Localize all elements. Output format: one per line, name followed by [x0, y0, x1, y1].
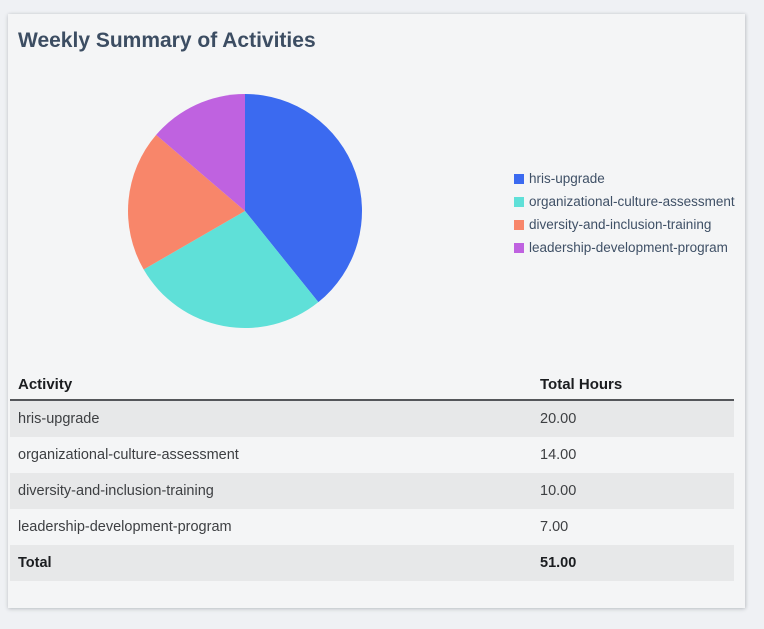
table-header-row: Activity Total Hours: [10, 370, 734, 401]
page: { "card": { "title": "Weekly Summary of …: [0, 0, 764, 629]
cell-total-hours: 14.00: [540, 447, 577, 463]
card-title: Weekly Summary of Activities: [18, 29, 316, 52]
legend-item-diversity-and-inclusion-training[interactable]: diversity-and-inclusion-training: [514, 213, 735, 236]
cell-activity: hris-upgrade: [18, 411, 100, 427]
table-row-organizational-culture-assessment: organizational-culture-assessment 14.00: [10, 437, 734, 473]
cell-total-hours: 20.00: [540, 411, 577, 427]
table-row-diversity-and-inclusion-training: diversity-and-inclusion-training 10.00: [10, 473, 734, 509]
legend-swatch-icon: [514, 196, 524, 207]
cell-total-hours: 51.00: [540, 555, 577, 571]
table-row-hris-upgrade: hris-upgrade 20.00: [10, 400, 734, 437]
chart-legend: hris-upgrade organizational-culture-asses…: [514, 167, 735, 259]
weekly-summary-card: Weekly Summary of Activities hris-upgrad…: [8, 14, 745, 608]
legend-item-organizational-culture-assessment[interactable]: organizational-culture-assessment: [514, 190, 735, 213]
cell-activity: diversity-and-inclusion-training: [18, 483, 214, 499]
legend-label: organizational-culture-assessment: [529, 194, 735, 209]
col-header-activity: Activity: [10, 370, 532, 401]
cell-activity: organizational-culture-assessment: [18, 447, 239, 463]
legend-item-leadership-development-program[interactable]: leadership-development-program: [514, 236, 735, 259]
legend-label: leadership-development-program: [529, 240, 728, 255]
col-header-total-hours: Total Hours: [532, 370, 734, 401]
legend-swatch-icon: [514, 242, 524, 253]
legend-swatch-icon: [514, 173, 524, 184]
cell-total-hours: 10.00: [540, 483, 577, 499]
legend-label: diversity-and-inclusion-training: [529, 217, 712, 232]
cell-total-hours: 7.00: [540, 519, 569, 535]
pie-chart: [128, 94, 362, 328]
cell-activity: leadership-development-program: [18, 519, 232, 535]
legend-label: hris-upgrade: [529, 171, 605, 186]
legend-swatch-icon: [514, 219, 524, 230]
table-row-leadership-development-program: leadership-development-program 7.00: [10, 509, 734, 545]
legend-item-hris-upgrade[interactable]: hris-upgrade: [514, 167, 735, 190]
table-row-total: Total 51.00: [10, 545, 734, 581]
summary-table: Activity Total Hours hris-upgrade 20.00 or…: [10, 370, 734, 581]
cell-activity: Total: [18, 555, 52, 571]
summary-table-wrap: Activity Total Hours hris-upgrade 20.00 or…: [10, 370, 734, 581]
